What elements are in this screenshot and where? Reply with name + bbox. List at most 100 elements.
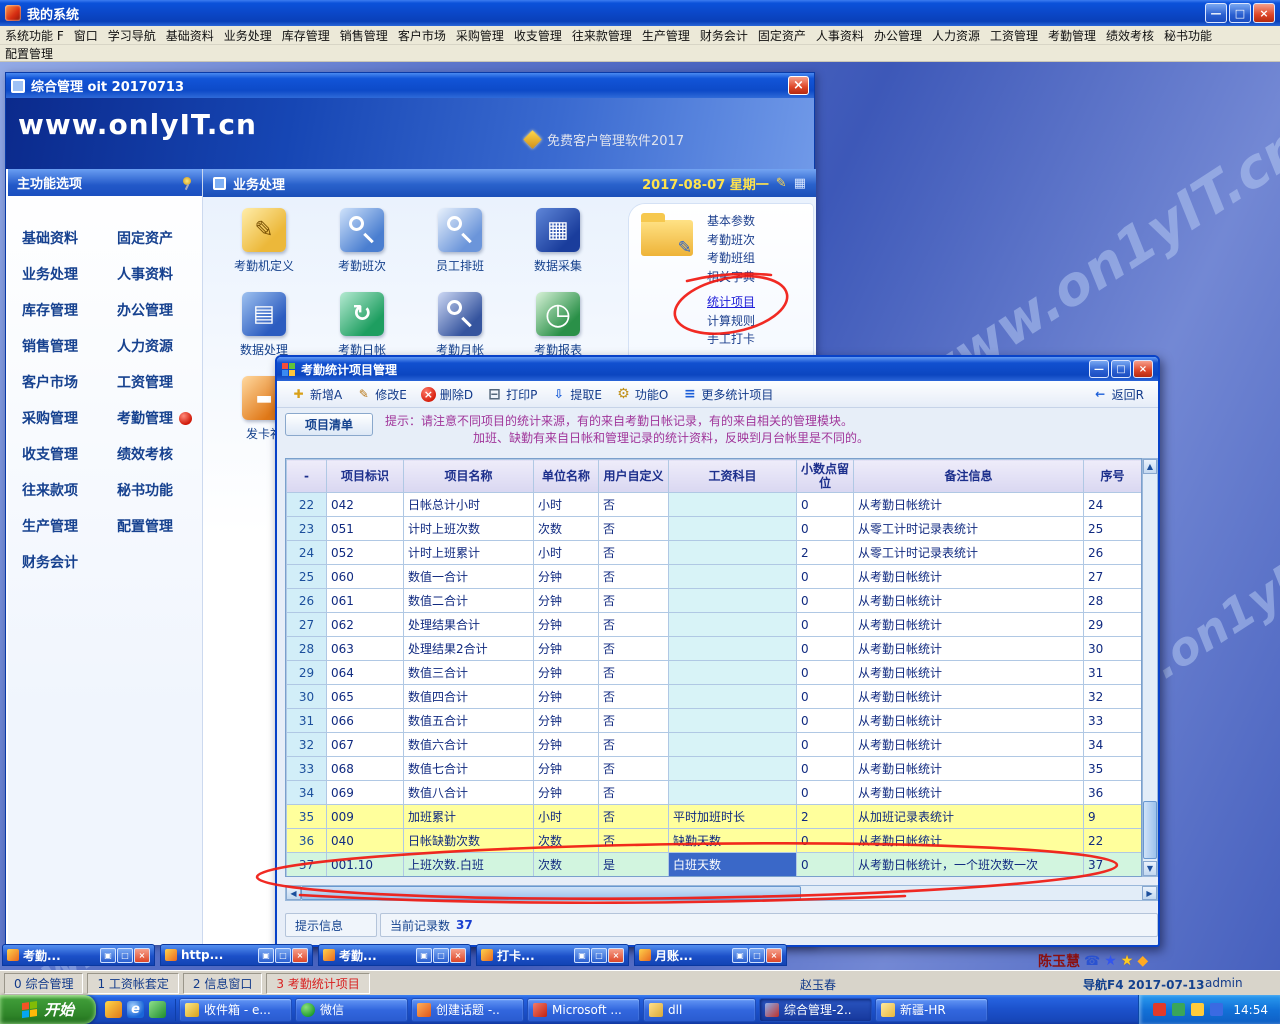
cell-item-name[interactable]: 处理结果合计 — [404, 613, 534, 637]
cell-rownum[interactable]: 34 — [287, 781, 327, 805]
cell-salary-item[interactable] — [669, 685, 797, 709]
scroll-right-arrow[interactable]: ▶ — [1142, 886, 1157, 900]
cell-item-name[interactable]: 数值四合计 — [404, 685, 534, 709]
cell-seq[interactable]: 37 — [1084, 853, 1142, 877]
cell-user-defined[interactable]: 否 — [599, 517, 669, 541]
close-button[interactable]: × — [450, 948, 466, 963]
cell-decimals[interactable]: 0 — [797, 493, 854, 517]
sidebar-item[interactable]: 人力资源 — [105, 328, 200, 364]
toolbar-button[interactable]: 功能O — [610, 384, 674, 405]
maximize-button[interactable]: □ — [433, 948, 449, 963]
table-row[interactable]: 26061数值二合计分钟否0从考勤日帐统计28 — [287, 589, 1142, 613]
cell-user-defined[interactable]: 否 — [599, 493, 669, 517]
table-row[interactable]: 27062处理结果合计分钟否0从考勤日帐统计29 — [287, 613, 1142, 637]
cell-item-name[interactable]: 上班次数.白班 — [404, 853, 534, 877]
cell-decimals[interactable]: 2 — [797, 541, 854, 565]
menu-item[interactable]: 生产管理 — [637, 27, 695, 44]
close-button[interactable]: × — [766, 948, 782, 963]
menu-item[interactable]: 考勤管理 — [1043, 27, 1101, 44]
cell-unit[interactable]: 分钟 — [534, 781, 599, 805]
cell-decimals[interactable]: 0 — [797, 613, 854, 637]
restore-button[interactable]: ▣ — [100, 948, 116, 963]
cell-remarks[interactable]: 从考勤日帐统计 — [854, 709, 1084, 733]
cell-salary-item[interactable] — [669, 517, 797, 541]
cell-item-id[interactable]: 064 — [327, 661, 404, 685]
open-window-item[interactable]: 2 信息窗口 — [183, 973, 262, 994]
cell-user-defined[interactable]: 否 — [599, 661, 669, 685]
cell-unit[interactable]: 次数 — [534, 829, 599, 853]
cell-rownum[interactable]: 37 — [287, 853, 327, 877]
cell-unit[interactable]: 分钟 — [534, 709, 599, 733]
quick-link[interactable]: 手工打卡 — [707, 330, 755, 349]
menu-item[interactable]: 系统功能 F — [0, 27, 69, 44]
cell-unit[interactable]: 分钟 — [534, 685, 599, 709]
cell-remarks[interactable]: 从考勤日帐统计 — [854, 589, 1084, 613]
cell-item-id[interactable]: 068 — [327, 757, 404, 781]
sidebar-item[interactable]: 业务处理 — [10, 256, 105, 292]
cell-decimals[interactable]: 0 — [797, 661, 854, 685]
cell-rownum[interactable]: 36 — [287, 829, 327, 853]
feature-tile[interactable]: 考勤机定义 — [215, 203, 313, 287]
feature-tile[interactable]: 员工排班 — [411, 203, 509, 287]
cell-remarks[interactable]: 从考勤日帐统计 — [854, 781, 1084, 805]
cell-user-defined[interactable]: 否 — [599, 709, 669, 733]
cell-seq[interactable]: 30 — [1084, 637, 1142, 661]
toolbar-button[interactable]: 新增A — [285, 384, 348, 405]
col-item-name[interactable]: 项目名称 — [404, 460, 534, 493]
cell-item-name[interactable]: 计时上班累计 — [404, 541, 534, 565]
cell-seq[interactable]: 32 — [1084, 685, 1142, 709]
cell-salary-item[interactable] — [669, 637, 797, 661]
toolbar-button[interactable]: 修改E — [350, 384, 413, 405]
cell-item-id[interactable]: 066 — [327, 709, 404, 733]
cell-rownum[interactable]: 33 — [287, 757, 327, 781]
cell-decimals[interactable]: 0 — [797, 565, 854, 589]
table-row[interactable]: 32067数值六合计分钟否0从考勤日帐统计34 — [287, 733, 1142, 757]
restore-button[interactable]: ▣ — [416, 948, 432, 963]
cell-decimals[interactable]: 0 — [797, 829, 854, 853]
cell-item-id[interactable]: 062 — [327, 613, 404, 637]
open-window-item[interactable]: 1 工资帐套定 — [87, 973, 178, 994]
pushpin-icon[interactable] — [181, 177, 193, 189]
cell-decimals[interactable]: 0 — [797, 781, 854, 805]
cell-rownum[interactable]: 35 — [287, 805, 327, 829]
cell-remarks[interactable]: 从考勤日帐统计 — [854, 757, 1084, 781]
quick-link[interactable]: 考勤班次 — [707, 231, 755, 250]
sidebar-item[interactable]: 工资管理 — [105, 364, 200, 400]
start-button[interactable]: 开始 — [0, 995, 96, 1024]
cell-item-name[interactable]: 处理结果2合计 — [404, 637, 534, 661]
minimized-window[interactable]: http... ▣ □ × — [160, 944, 313, 966]
menu-item[interactable]: 库存管理 — [277, 27, 335, 44]
table-row[interactable]: 25060数值一合计分钟否0从考勤日帐统计27 — [287, 565, 1142, 589]
cell-unit[interactable]: 小时 — [534, 541, 599, 565]
cell-user-defined[interactable]: 否 — [599, 541, 669, 565]
horizontal-scroll-thumb[interactable] — [301, 886, 801, 900]
close-button[interactable]: × — [1253, 3, 1275, 23]
cell-rownum[interactable]: 31 — [287, 709, 327, 733]
cell-seq[interactable]: 22 — [1084, 829, 1142, 853]
cell-rownum[interactable]: 22 — [287, 493, 327, 517]
cell-unit[interactable]: 小时 — [534, 493, 599, 517]
cell-salary-item[interactable] — [669, 781, 797, 805]
cell-seq[interactable]: 36 — [1084, 781, 1142, 805]
col-unit[interactable]: 单位名称 — [534, 460, 599, 493]
minimize-button[interactable]: — — [1205, 3, 1227, 23]
taskbar-task[interactable]: 收件箱 - e... — [179, 998, 292, 1022]
cell-remarks[interactable]: 从加班记录表统计 — [854, 805, 1084, 829]
dialog-titlebar[interactable]: 考勤统计项目管理 — □ × — [277, 357, 1158, 381]
table-row[interactable]: 34069数值八合计分钟否0从考勤日帐统计36 — [287, 781, 1142, 805]
cell-seq[interactable]: 34 — [1084, 733, 1142, 757]
cell-decimals[interactable]: 0 — [797, 589, 854, 613]
col-user-defined[interactable]: 用户自定义 — [599, 460, 669, 493]
cell-unit[interactable]: 次数 — [534, 853, 599, 877]
table-row[interactable]: 33068数值七合计分钟否0从考勤日帐统计35 — [287, 757, 1142, 781]
cell-remarks[interactable]: 从考勤日帐统计 — [854, 493, 1084, 517]
vertical-scroll-thumb[interactable] — [1143, 801, 1157, 859]
close-button[interactable]: × — [134, 948, 150, 963]
cell-item-name[interactable]: 计时上班次数 — [404, 517, 534, 541]
cell-user-defined[interactable]: 是 — [599, 853, 669, 877]
table-row[interactable]: 24052计时上班累计小时否2从零工计时记录表统计26 — [287, 541, 1142, 565]
cell-item-name[interactable]: 数值三合计 — [404, 661, 534, 685]
sidebar-item[interactable]: 基础资料 — [10, 220, 105, 256]
menu-item[interactable]: 办公管理 — [869, 27, 927, 44]
taskbar-task[interactable]: 综合管理-2.. — [759, 998, 872, 1022]
